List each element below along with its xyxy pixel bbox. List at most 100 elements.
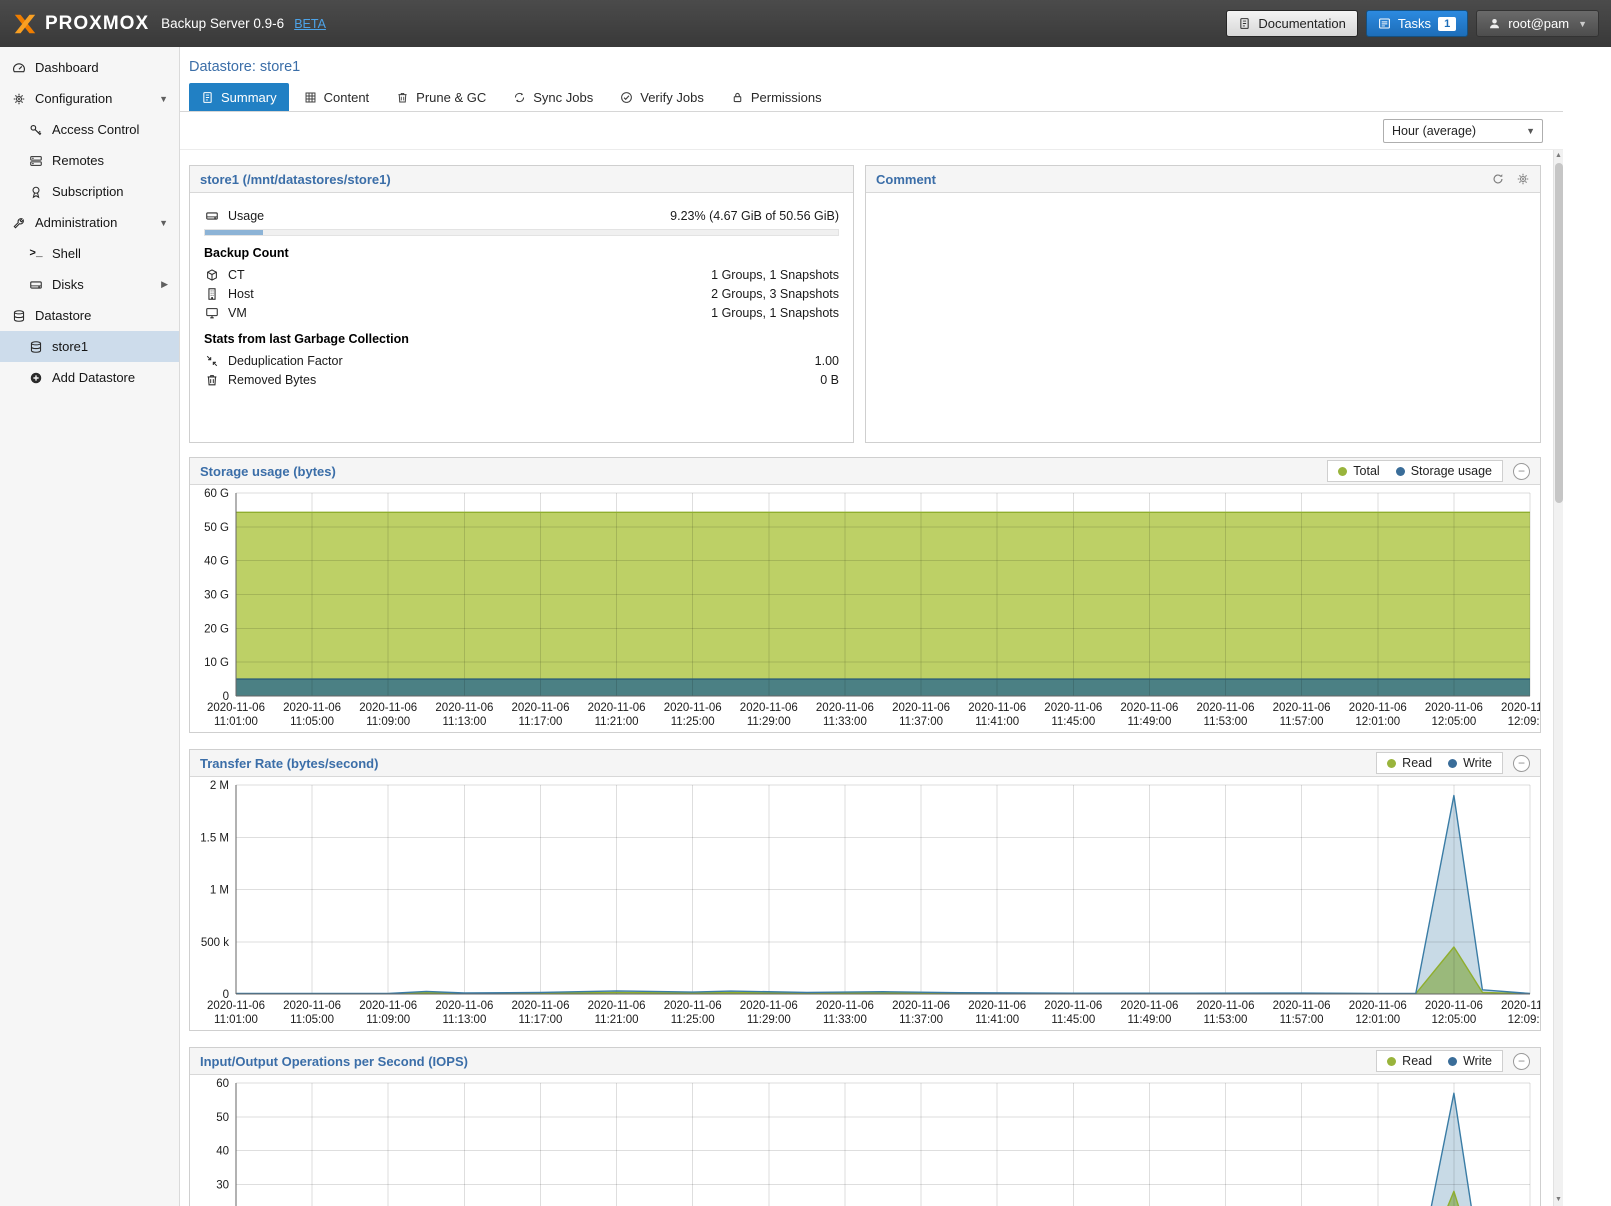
- gauge-icon: [11, 61, 27, 75]
- storage-usage-panel: Storage usage (bytes) Total Storage usag…: [189, 457, 1541, 733]
- vertical-scrollbar[interactable]: ▲ ▼: [1553, 150, 1563, 1206]
- iops-header: Input/Output Operations per Second (IOPS…: [190, 1048, 1540, 1075]
- storage-usage-header: Storage usage (bytes) Total Storage usag…: [190, 458, 1540, 485]
- legend-label: Write: [1463, 1054, 1492, 1068]
- sidebar-item-subscription[interactable]: Subscription: [0, 176, 179, 207]
- svg-text:2020-11-06: 2020-11-06: [1349, 702, 1407, 714]
- datastore-status-panel: store1 (/mnt/datastores/store1) Usage 9.…: [189, 165, 854, 443]
- svg-text:12:01:00: 12:01:00: [1355, 716, 1400, 728]
- proxmox-logo-icon: [12, 11, 38, 37]
- host-value: 2 Groups, 3 Snapshots: [711, 287, 839, 301]
- svg-text:20 G: 20 G: [204, 623, 229, 635]
- building-icon: [204, 287, 220, 301]
- expanded-arrow-icon[interactable]: ▼: [159, 94, 168, 104]
- tab-sync-jobs[interactable]: Sync Jobs: [501, 83, 605, 111]
- sidebar-item-add-datastore[interactable]: Add Datastore: [0, 362, 179, 393]
- plus-circle-icon: [28, 371, 44, 385]
- svg-text:11:05:00: 11:05:00: [290, 1014, 334, 1026]
- key-icon: [28, 123, 44, 137]
- legend-label: Total: [1353, 464, 1379, 478]
- sidebar-item-configuration[interactable]: Configuration ▼: [0, 83, 179, 114]
- sidebar-item-label: Add Datastore: [52, 370, 135, 385]
- beta-link[interactable]: BETA: [294, 17, 326, 31]
- svg-text:11:41:00: 11:41:00: [975, 1014, 1019, 1026]
- iops-panel: Input/Output Operations per Second (IOPS…: [189, 1047, 1541, 1206]
- svg-text:12:05:00: 12:05:00: [1432, 1014, 1477, 1026]
- tab-summary[interactable]: Summary: [189, 83, 289, 111]
- collapse-panel-icon[interactable]: −: [1513, 463, 1530, 480]
- svg-text:11:17:00: 11:17:00: [519, 716, 563, 728]
- legend-item-write[interactable]: Write: [1448, 756, 1492, 770]
- sidebar-item-access-control[interactable]: Access Control: [0, 114, 179, 145]
- svg-text:11:13:00: 11:13:00: [442, 716, 486, 728]
- storage-usage-chart: 60 G50 G40 G30 G20 G10 G02020-11-0611:01…: [190, 485, 1540, 732]
- app-version: Backup Server 0.9-6: [161, 16, 284, 31]
- scroll-up-arrow[interactable]: ▲: [1554, 150, 1563, 162]
- tab-permissions[interactable]: Permissions: [719, 83, 834, 111]
- iops-legend: Read Write: [1376, 1050, 1503, 1072]
- book-icon: [1238, 17, 1251, 30]
- documentation-button[interactable]: Documentation: [1226, 10, 1357, 37]
- lock-icon: [731, 91, 744, 104]
- reload-icon[interactable]: [1491, 172, 1505, 186]
- tab-content[interactable]: Content: [292, 83, 382, 111]
- legend-item-storage-usage[interactable]: Storage usage: [1396, 464, 1492, 478]
- tab-prune-gc[interactable]: Prune & GC: [384, 83, 498, 111]
- expanded-arrow-icon[interactable]: ▼: [159, 218, 168, 228]
- sidebar-item-shell[interactable]: >_ Shell: [0, 238, 179, 269]
- svg-text:2020-11-06: 2020-11-06: [1425, 1000, 1483, 1012]
- svg-text:2020-11-06: 2020-11-06: [207, 702, 265, 714]
- sidebar-item-label: Administration: [35, 215, 117, 230]
- sidebar-item-administration[interactable]: Administration ▼: [0, 207, 179, 238]
- svg-text:1.5 M: 1.5 M: [200, 832, 229, 844]
- legend-item-write[interactable]: Write: [1448, 1054, 1492, 1068]
- time-range-select[interactable]: Hour (average) ▼: [1383, 119, 1543, 143]
- svg-text:2 M: 2 M: [210, 780, 229, 792]
- svg-text:2020-11-06: 2020-11-06: [1120, 1000, 1178, 1012]
- comment-panel-body[interactable]: [866, 193, 1540, 219]
- legend-label: Storage usage: [1411, 464, 1492, 478]
- gear-icon[interactable]: [1516, 172, 1530, 186]
- database-icon: [28, 340, 44, 354]
- collapse-panel-icon[interactable]: −: [1513, 755, 1530, 772]
- legend-item-read[interactable]: Read: [1387, 756, 1432, 770]
- tasks-button[interactable]: Tasks 1: [1366, 10, 1468, 37]
- sidebar-item-label: Shell: [52, 246, 81, 261]
- tab-label: Permissions: [751, 90, 822, 105]
- svg-text:2020-11-06: 2020-11-06: [1197, 702, 1255, 714]
- sidebar-item-dashboard[interactable]: Dashboard: [0, 52, 179, 83]
- legend-item-read[interactable]: Read: [1387, 1054, 1432, 1068]
- cube-icon: [204, 268, 220, 282]
- compress-icon: [204, 354, 220, 368]
- svg-text:2020-11-06: 2020-11-06: [1425, 702, 1483, 714]
- svg-text:2020-11-06: 2020-11-06: [283, 702, 341, 714]
- collapse-panel-icon[interactable]: −: [1513, 1053, 1530, 1070]
- removed-bytes-label: Removed Bytes: [228, 373, 316, 387]
- svg-text:60 G: 60 G: [204, 488, 229, 500]
- legend-item-total[interactable]: Total: [1338, 464, 1379, 478]
- transfer-rate-chart: 2 M1.5 M1 M500 k02020-11-0611:01:002020-…: [190, 777, 1540, 1030]
- sidebar-item-remotes[interactable]: Remotes: [0, 145, 179, 176]
- svg-text:11:53:00: 11:53:00: [1204, 1014, 1248, 1026]
- chart-toolbar: Hour (average) ▼: [180, 112, 1563, 150]
- terminal-icon: >_: [28, 248, 44, 260]
- usage-progress-bar: [204, 229, 839, 236]
- legend-dot: [1448, 1057, 1457, 1066]
- legend-dot: [1448, 759, 1457, 768]
- storage-usage-legend: Total Storage usage: [1327, 460, 1503, 482]
- ct-value: 1 Groups, 1 Snapshots: [711, 268, 839, 282]
- svg-text:11:21:00: 11:21:00: [595, 1014, 639, 1026]
- svg-text:2020-11-06: 2020-11-06: [359, 1000, 417, 1012]
- scrollbar-thumb[interactable]: [1555, 163, 1563, 503]
- sidebar-item-datastore[interactable]: Datastore: [0, 300, 179, 331]
- svg-text:12:09:00: 12:09:00: [1508, 1014, 1540, 1026]
- collapsed-arrow-icon[interactable]: ▶: [161, 279, 168, 290]
- svg-text:2020-11-06: 2020-11-06: [1273, 702, 1331, 714]
- sidebar-item-store1[interactable]: store1: [0, 331, 179, 362]
- tab-verify-jobs[interactable]: Verify Jobs: [608, 83, 716, 111]
- trash-icon: [204, 373, 220, 387]
- svg-text:11:01:00: 11:01:00: [214, 716, 258, 728]
- scroll-down-arrow[interactable]: ▼: [1554, 1194, 1563, 1206]
- user-menu-button[interactable]: root@pam ▼: [1476, 10, 1599, 37]
- sidebar-item-disks[interactable]: Disks ▶: [0, 269, 179, 300]
